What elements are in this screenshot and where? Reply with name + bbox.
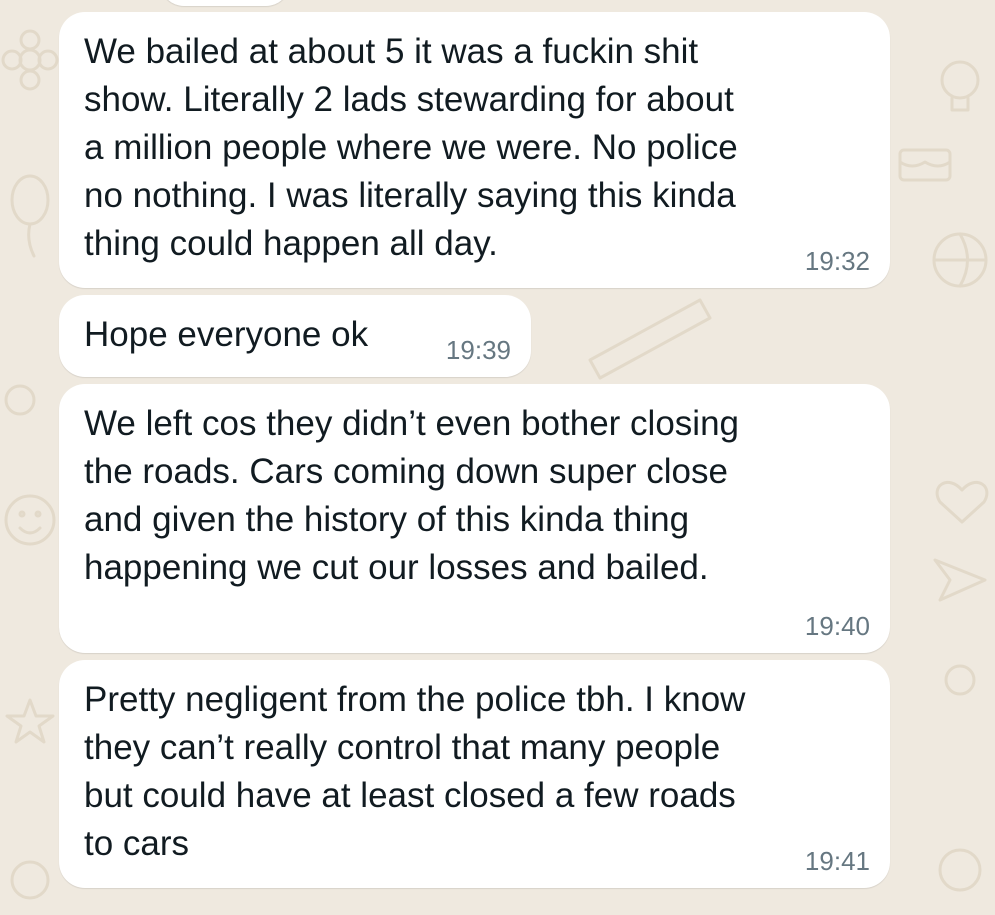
- message-bubble[interactable]: We bailed at about 5 it was a fuckin shi…: [59, 12, 890, 288]
- message-text: Pretty negligent from the police tbh. I …: [84, 680, 746, 863]
- message-timestamp: 19:41: [804, 846, 870, 876]
- message-text: We left cos they didn’t even bother clos…: [84, 404, 740, 587]
- chat-message-list[interactable]: We bailed at about 5 it was a fuckin shi…: [0, 0, 995, 915]
- message-bubble[interactable]: Pretty negligent from the police tbh. I …: [59, 660, 890, 888]
- message-bubble[interactable]: Hope everyone ok 19:39: [59, 295, 531, 377]
- message-timestamp: 19:39: [445, 335, 511, 365]
- previous-message-bubble: [160, 0, 290, 6]
- message-timestamp: 19:40: [804, 611, 870, 641]
- message-text: Hope everyone ok: [84, 315, 369, 354]
- message-bubble[interactable]: We left cos they didn’t even bother clos…: [59, 384, 890, 653]
- message-text: We bailed at about 5 it was a fuckin shi…: [84, 32, 738, 263]
- message-timestamp: 19:32: [804, 246, 870, 276]
